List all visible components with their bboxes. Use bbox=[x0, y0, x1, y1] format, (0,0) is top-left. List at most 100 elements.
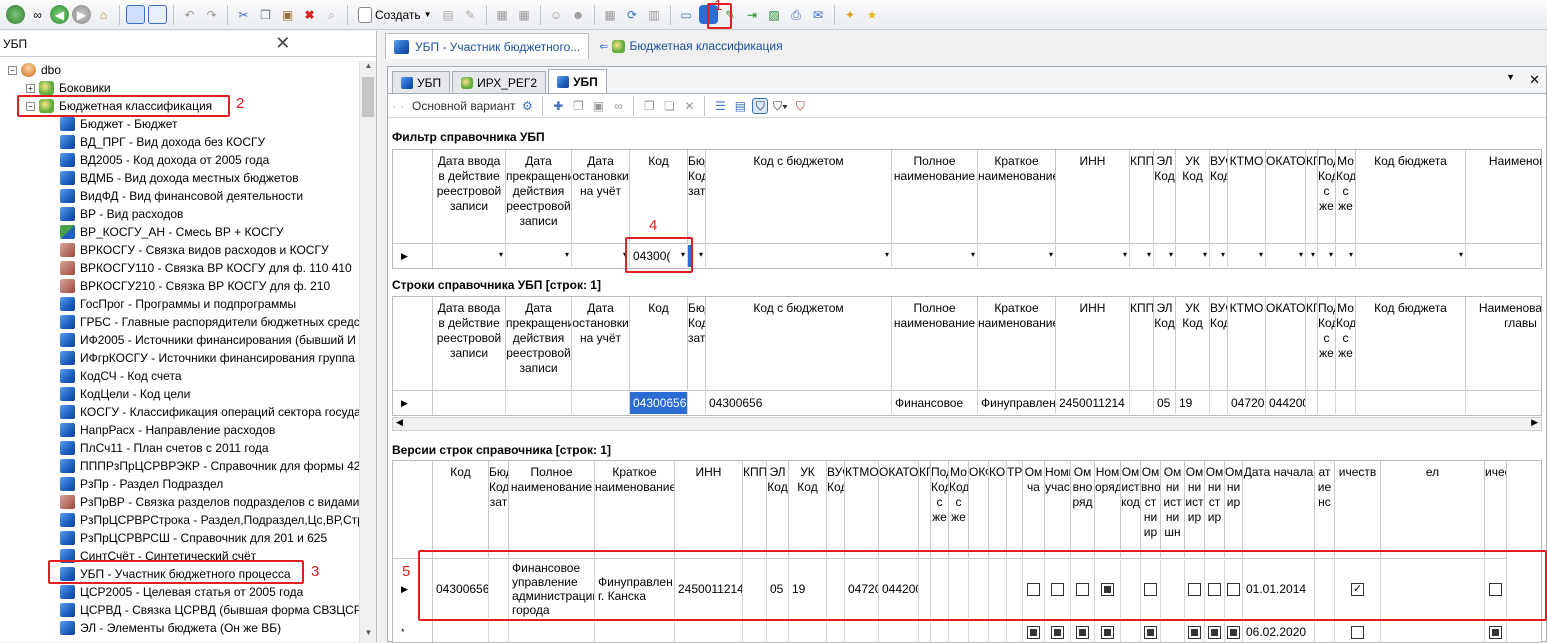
users-group-icon[interactable]: ☻ bbox=[569, 5, 588, 24]
column-header[interactable]: КПП bbox=[1130, 297, 1154, 391]
image-icon[interactable]: ▨ bbox=[765, 5, 784, 24]
cut-icon[interactable]: ✂ bbox=[234, 5, 253, 24]
row-cell[interactable] bbox=[433, 392, 506, 414]
filter-cell[interactable]: ▾ bbox=[1466, 245, 1541, 267]
filter-cell[interactable]: ▾ bbox=[706, 245, 892, 267]
paste-icon[interactable]: ▣ bbox=[278, 5, 297, 24]
print-icon[interactable]: ⎙ bbox=[787, 5, 806, 24]
column-header[interactable]: ТР bbox=[1007, 461, 1023, 559]
tree-item[interactable]: ВДМБ - Вид дохода местных бюджетов bbox=[60, 169, 299, 187]
column-header[interactable]: Дата остановки на учёт bbox=[572, 150, 630, 244]
tree-item[interactable]: ИФгрКОСГУ - Источники финансирования гру… bbox=[60, 349, 355, 367]
tab-ubp[interactable]: УБП bbox=[392, 71, 451, 93]
column-header[interactable]: Ом вно ст ни ир bbox=[1141, 461, 1161, 559]
column-header[interactable]: ИНН bbox=[1056, 297, 1130, 391]
scroll-left-icon[interactable]: ◀ bbox=[396, 417, 403, 428]
filter-cell[interactable]: ▾ bbox=[1154, 245, 1176, 267]
column-header[interactable]: Наименова bbox=[1466, 150, 1541, 244]
row-cell[interactable] bbox=[1356, 392, 1466, 414]
row-cell-code-budget[interactable]: 04300656 bbox=[706, 392, 892, 414]
column-header[interactable]: ОКФС bbox=[969, 461, 989, 559]
filter-active-icon[interactable]: ⛉ bbox=[752, 97, 769, 114]
dropdown-arrow-icon[interactable]: ▾ bbox=[1329, 250, 1333, 259]
checkbox[interactable] bbox=[1144, 625, 1157, 639]
close-icon[interactable]: ✕ bbox=[1529, 72, 1540, 88]
expand-icon[interactable]: + bbox=[26, 83, 35, 93]
tree-item[interactable]: ГРБС - Главные распорядители бюджетных с… bbox=[60, 313, 360, 331]
checkbox[interactable] bbox=[1051, 625, 1064, 639]
dropdown-arrow-icon[interactable]: ▾ bbox=[885, 250, 889, 259]
dropdown-arrow-icon[interactable]: ▾ bbox=[565, 250, 569, 259]
column-header[interactable]: Наименование главы bbox=[1466, 297, 1541, 391]
dropdown-arrow-icon[interactable]: ▾ bbox=[1169, 250, 1173, 259]
column-header[interactable]: Ном орядк bbox=[1095, 461, 1121, 559]
variant-label[interactable]: Основной вариант bbox=[412, 99, 515, 113]
forward-icon[interactable]: ▶ bbox=[72, 5, 91, 24]
column-header[interactable]: Под Код с же bbox=[1318, 297, 1336, 391]
column-header[interactable]: ЭЛ Код bbox=[767, 461, 789, 559]
duplicate-icon[interactable]: ❏ bbox=[661, 98, 677, 114]
dropdown-arrow-icon[interactable]: ▾ bbox=[1123, 250, 1127, 259]
tree-item[interactable]: ВРКОСГУ210 - Связка ВР КОСГУ для ф. 210 bbox=[60, 277, 330, 295]
new-row-cell[interactable] bbox=[949, 621, 969, 642]
sparkle-icon[interactable]: ✦ bbox=[841, 5, 860, 24]
users-icon[interactable]: ☺ bbox=[547, 5, 566, 24]
new-row-date[interactable]: 06.02.2020 bbox=[1243, 621, 1315, 642]
filter-cell[interactable]: ▾ bbox=[572, 245, 630, 267]
column-header[interactable]: Бюджет Код зат bbox=[489, 461, 509, 559]
tree-item[interactable]: ВРКОСГУ110 - Связка ВР КОСГУ для ф. 110 … bbox=[60, 259, 352, 277]
filter-cell[interactable]: ▾ bbox=[1210, 245, 1228, 267]
new-row-cell[interactable] bbox=[489, 621, 509, 642]
column-header[interactable]: УК Код bbox=[789, 461, 827, 559]
delete-row-icon[interactable]: ✕ bbox=[681, 98, 697, 114]
create-button[interactable]: Создать ▼ bbox=[354, 5, 436, 25]
new-row-cell[interactable] bbox=[675, 621, 743, 642]
filter-row-indicator[interactable]: ▶ bbox=[393, 244, 433, 268]
row-cell[interactable] bbox=[572, 392, 630, 414]
new-row-cell[interactable] bbox=[1315, 621, 1335, 642]
new-row-cell[interactable] bbox=[969, 621, 989, 642]
row-indicator[interactable]: ▶ bbox=[393, 391, 433, 415]
tab-irh-reg2[interactable]: ИРХ_РЕГ2 bbox=[452, 71, 547, 93]
collapse-icon[interactable]: − bbox=[8, 65, 17, 75]
scroll-thumb[interactable] bbox=[362, 77, 374, 117]
tree-item[interactable]: Бюджет - Бюджет bbox=[60, 115, 178, 133]
tree-item[interactable]: ПлСч11 - План счетов с 2011 года bbox=[60, 439, 269, 457]
checkbox[interactable] bbox=[1188, 625, 1201, 639]
checkbox[interactable] bbox=[1227, 625, 1240, 639]
column-header[interactable]: Ом вно ряд bbox=[1071, 461, 1095, 559]
navigator-scrollbar[interactable]: ▲ ▼ bbox=[359, 61, 376, 642]
column-header[interactable]: КПП bbox=[1130, 150, 1154, 244]
new-row-cell[interactable] bbox=[433, 621, 489, 642]
new-row-cell[interactable] bbox=[789, 621, 827, 642]
row-cell-okato[interactable]: 0442000 bbox=[1266, 392, 1306, 414]
new-row-cell[interactable] bbox=[743, 621, 767, 642]
filter-cell[interactable]: ▾ bbox=[1228, 245, 1266, 267]
new-row-cell[interactable] bbox=[1485, 621, 1507, 642]
column-header[interactable]: Дата ввода в действие реестровой записи bbox=[433, 150, 506, 244]
dropdown-arrow-icon[interactable]: ▾ bbox=[1259, 250, 1263, 259]
column-header[interactable]: КТМО bbox=[1228, 150, 1266, 244]
column-header[interactable]: Краткое наименование bbox=[595, 461, 675, 559]
column-header[interactable]: Код bbox=[433, 461, 489, 559]
new-row-cell[interactable] bbox=[919, 621, 931, 642]
column-header[interactable]: КГ bbox=[1306, 297, 1318, 391]
new-row-cell[interactable] bbox=[1185, 621, 1205, 642]
row-cell-el[interactable]: 05 bbox=[1154, 392, 1176, 414]
back-icon[interactable]: ◀ bbox=[50, 5, 69, 24]
new-row-cell[interactable] bbox=[1095, 621, 1121, 642]
tree-item[interactable]: РзПрЦСРВРСтрока - Раздел,Подраздел,Цс,ВР… bbox=[60, 511, 360, 529]
tree-item[interactable]: КодЦели - Код цели bbox=[60, 385, 190, 403]
filter-cell[interactable]: ▾ bbox=[1306, 245, 1318, 267]
tree-item[interactable]: ВидФД - Вид финансовой деятельности bbox=[60, 187, 303, 205]
new-row-cell[interactable] bbox=[879, 621, 919, 642]
tree-item[interactable]: РзПрЦСРВРСШ - Справочник для 201 и 625 bbox=[60, 529, 327, 547]
checkbox[interactable] bbox=[1076, 625, 1089, 639]
new-row-cell[interactable] bbox=[767, 621, 789, 642]
checkbox[interactable] bbox=[1489, 625, 1502, 639]
new-row-cell[interactable] bbox=[1381, 621, 1485, 642]
dropdown-arrow-icon[interactable]: ▾ bbox=[1221, 250, 1225, 259]
column-header[interactable]: Дата прекращения действия реестровой зап… bbox=[506, 297, 572, 391]
new-row-cell[interactable] bbox=[509, 621, 595, 642]
tab-ubp-active[interactable]: УБП bbox=[548, 69, 607, 93]
